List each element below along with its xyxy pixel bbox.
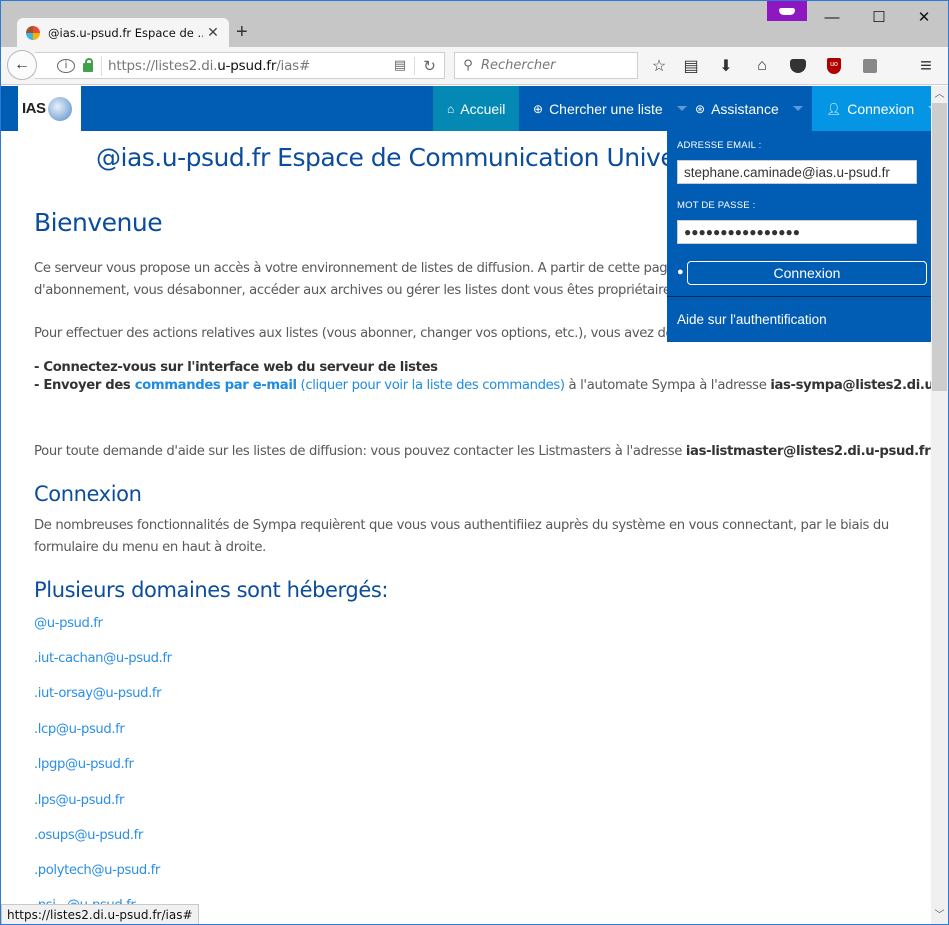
- connexion-line-1: De nombreuses fonctionnalités de Sympa r…: [34, 518, 889, 533]
- site-navbar: IAS ⌂ Accueil ⊕ Chercher une liste ⊛ Ass…: [1, 86, 931, 131]
- url-suffix: /ias#: [276, 57, 311, 74]
- close-window-button[interactable]: ✕: [901, 4, 947, 30]
- option-web-text: - Connectez-vous sur l'interface web du …: [34, 360, 438, 375]
- intro-line-2: d'abonnement, vous désabonner, accéder a…: [34, 283, 675, 298]
- nav-assistance[interactable]: ⊛ Assistance: [681, 86, 817, 131]
- domain-link[interactable]: .lcp@u-psud.fr: [34, 722, 125, 737]
- user-icon: ●: [677, 266, 684, 278]
- url-domain: u-psud.fr: [217, 57, 277, 74]
- ublock-icon[interactable]: uo: [823, 56, 845, 76]
- domain-link[interactable]: .lps@u-psud.fr: [34, 793, 124, 808]
- domain-link[interactable]: .lpgp@u-psud.fr: [34, 757, 134, 772]
- maximize-button[interactable]: ☐: [856, 4, 902, 30]
- option-email-commands: - Envoyer des commandes par e-mail (cliq…: [34, 375, 931, 397]
- pocket-icon[interactable]: [787, 56, 809, 76]
- bookmarks-list-icon[interactable]: ▤: [680, 56, 702, 76]
- sympa-email: ias-sympa@listes2.di.u-psud.fr: [770, 378, 931, 393]
- nav-accueil-label: Accueil: [460, 100, 506, 117]
- domain-link[interactable]: .osups@u-psud.fr: [34, 828, 143, 843]
- listmaster-email: ias-listmaster@listes2.di.u-psud.fr: [685, 444, 931, 459]
- title-bar: @ias.u-psud.fr Espace de ... ✕ + — ☐ ✕: [1, 1, 948, 47]
- dropdown-divider: [667, 296, 931, 297]
- welcome-heading: Bienvenue: [34, 208, 163, 237]
- domain-link[interactable]: .iut-orsay@u-psud.fr: [34, 686, 162, 701]
- connexion-heading: Connexion: [34, 482, 142, 506]
- email-field[interactable]: stephane.caminade@ias.u-psud.fr: [677, 160, 917, 184]
- tab-close-icon[interactable]: ✕: [203, 25, 223, 41]
- lock-icon: [83, 58, 93, 72]
- user-icon: 👤︎: [826, 101, 842, 116]
- url-prefix: https://listes2.di.: [108, 57, 218, 74]
- domain-link[interactable]: .iut-cachan@u-psud.fr: [34, 651, 172, 666]
- connexion-submit-button[interactable]: Connexion: [687, 261, 927, 285]
- navigation-toolbar: i https://listes2.di.u-psud.fr/ias# ▤ ↻ …: [1, 47, 948, 85]
- option-email-prefix: - Envoyer des: [34, 378, 135, 393]
- reader-view-icon[interactable]: ▤: [386, 58, 414, 73]
- home-icon[interactable]: ⌂: [751, 56, 773, 76]
- ias-logo[interactable]: IAS: [18, 86, 81, 131]
- commands-list-link[interactable]: (cliquer pour voir la liste des commande…: [301, 378, 566, 393]
- home-icon: ⌂: [447, 101, 455, 116]
- actions-intro: Pour effectuer des actions relatives aux…: [34, 326, 770, 341]
- nav-connexion[interactable]: 👤︎ Connexion: [812, 86, 931, 131]
- scrollbar-thumb[interactable]: [932, 103, 947, 391]
- domain-link[interactable]: @u-psud.fr: [34, 616, 103, 631]
- chevron-down-icon: [792, 106, 803, 111]
- tab-title: @ias.u-psud.fr Espace de ...: [48, 25, 203, 40]
- search-icon: ⚲: [463, 58, 473, 73]
- help-text: Pour toute demande d'aide sur les listes…: [34, 441, 931, 463]
- lifebuoy-icon: ⊛: [695, 101, 706, 116]
- auth-help-link[interactable]: Aide sur l'authentification: [677, 312, 827, 327]
- search-placeholder: Rechercher: [481, 58, 556, 73]
- url-text[interactable]: https://listes2.di.u-psud.fr/ias#: [108, 58, 386, 74]
- scroll-up-icon[interactable]: ︿: [931, 86, 948, 103]
- page-viewport: IAS ⌂ Accueil ⊕ Chercher une liste ⊛ Ass…: [1, 86, 931, 924]
- sympa-favicon-icon: [26, 25, 40, 40]
- email-label: ADRESSE EMAIL :: [677, 140, 762, 151]
- nav-accueil[interactable]: ⌂ Accueil: [433, 86, 519, 131]
- browser-window: @ias.u-psud.fr Espace de ... ✕ + — ☐ ✕ i…: [0, 0, 949, 925]
- logo-text: IAS: [22, 100, 46, 117]
- domain-link[interactable]: .polytech@u-psud.fr: [34, 863, 160, 878]
- site-title: @ias.u-psud.fr Espace de Communication U…: [96, 143, 759, 172]
- email-commands-link[interactable]: commandes par e-mail: [135, 378, 297, 393]
- nav-chercher-une-liste[interactable]: ⊕ Chercher une liste: [519, 86, 701, 131]
- info-icon[interactable]: i: [57, 58, 75, 73]
- minimize-button[interactable]: —: [809, 4, 855, 30]
- logo-globe-icon: [47, 96, 72, 121]
- new-tab-button[interactable]: +: [236, 21, 248, 44]
- search-plus-icon: ⊕: [533, 101, 544, 116]
- url-bar[interactable]: i https://listes2.di.u-psud.fr/ias# ▤ ↻: [35, 52, 445, 79]
- nav-assistance-label: Assistance: [711, 100, 779, 117]
- download-icon[interactable]: ⬇: [715, 56, 737, 76]
- nav-chercher-label: Chercher une liste: [549, 100, 663, 117]
- private-browsing-mask-icon: [767, 1, 807, 21]
- search-bar[interactable]: ⚲ Rechercher: [454, 52, 638, 79]
- extension-icon[interactable]: [859, 56, 881, 76]
- help-text-body: Pour toute demande d'aide sur les listes…: [34, 444, 686, 459]
- option-email-mid: à l'automate Sympa à l'adresse: [564, 378, 771, 393]
- browser-tab[interactable]: @ias.u-psud.fr Espace de ... ✕: [17, 18, 229, 47]
- bookmark-star-icon[interactable]: ☆: [648, 56, 670, 76]
- nav-connexion-label: Connexion: [847, 100, 915, 117]
- scroll-down-icon[interactable]: ﹀: [931, 907, 948, 924]
- domains-heading: Plusieurs domaines sont hébergés:: [34, 578, 389, 602]
- menu-hamburger-icon[interactable]: ≡: [915, 55, 937, 77]
- password-label: MOT DE PASSE :: [677, 200, 756, 211]
- login-dropdown: ADRESSE EMAIL : stephane.caminade@ias.u-…: [667, 131, 931, 342]
- password-field[interactable]: ●●●●●●●●●●●●●●●●: [677, 220, 917, 244]
- status-bar-url: https://listes2.di.u-psud.fr/ias#: [1, 904, 199, 924]
- vertical-scrollbar[interactable]: ︿ ﹀: [931, 86, 948, 924]
- back-button[interactable]: ←: [7, 50, 37, 80]
- connexion-line-2: formulaire du menu en haut à droite.: [34, 540, 266, 555]
- reload-icon[interactable]: ↻: [414, 56, 444, 75]
- url-separator: [101, 55, 102, 76]
